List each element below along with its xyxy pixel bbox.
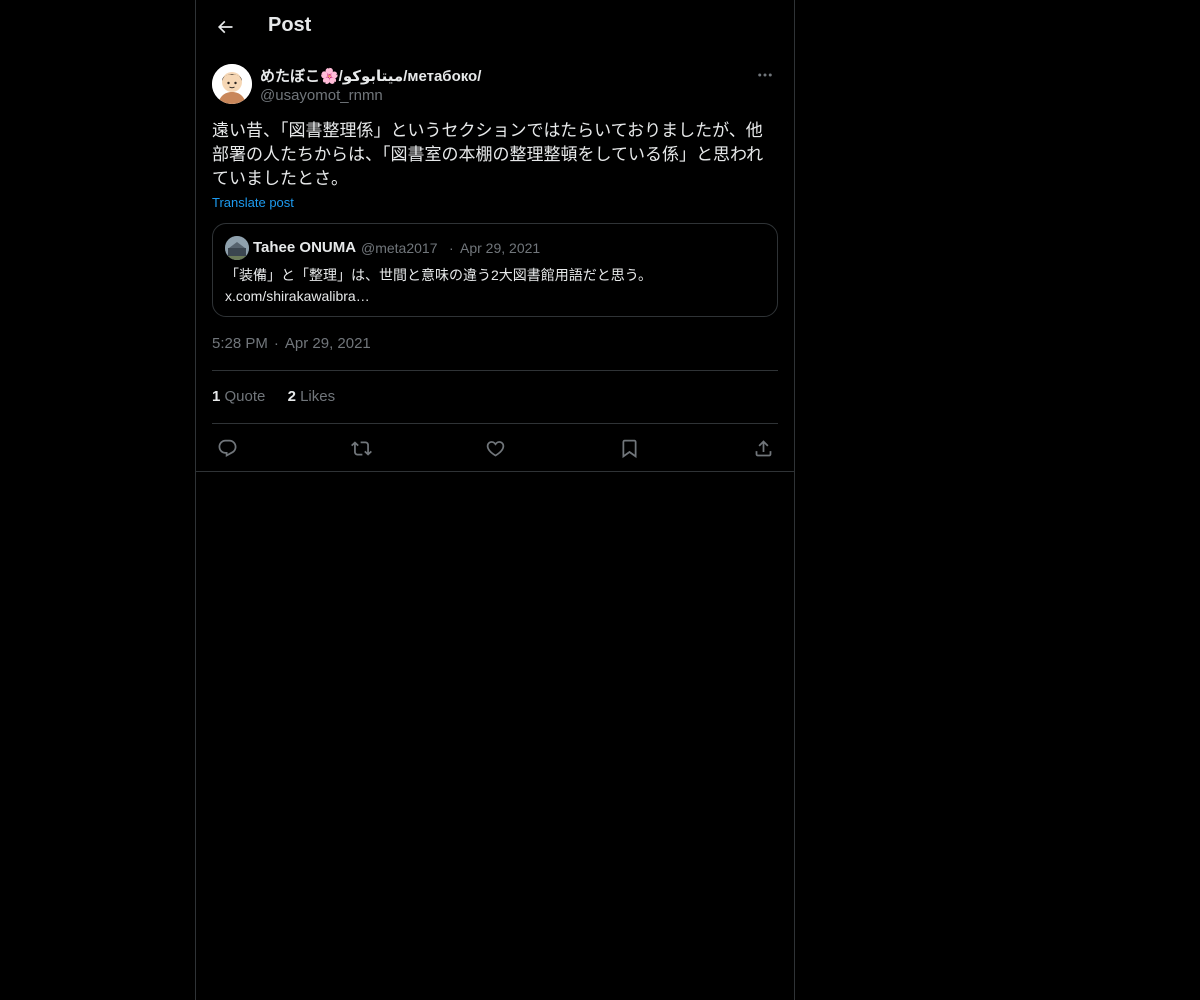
likes-stat[interactable]: 2 Likes [288, 388, 336, 405]
likes-count: 2 [287, 388, 296, 405]
avatar[interactable] [212, 64, 252, 104]
like-icon [486, 440, 504, 457]
quoted-date: Apr 29, 2021 [460, 240, 541, 256]
author-name[interactable]: めたぼこ🌸/میتابوکو/метабоко/ [260, 65, 481, 86]
divider [196, 471, 794, 472]
reply-icon [218, 439, 236, 457]
post-timestamp[interactable]: 5:28 PM · Apr 29, 2021 [212, 335, 371, 352]
author-handle[interactable]: @usayomot_rnmn [260, 87, 383, 104]
avatar-image [212, 64, 252, 104]
quotes-stat[interactable]: 1 Quote [212, 388, 265, 405]
divider [212, 370, 778, 371]
page-title: Post [268, 14, 312, 36]
bookmark-icon [622, 439, 636, 458]
divider [212, 423, 778, 424]
quoted-avatar [225, 236, 249, 260]
more-horizontal-icon [758, 73, 772, 77]
more-options-button[interactable] [752, 64, 778, 86]
post-stats: 1 Quote 2 Likes [212, 388, 778, 408]
repost-button[interactable] [346, 434, 376, 462]
action-bar [212, 434, 778, 462]
repost-icon [350, 440, 372, 456]
like-button[interactable] [480, 434, 510, 462]
post-text: 遠い昔、「図書整理係」というセクションではたらいておりましたが、他部署の人たちか… [212, 121, 764, 188]
quoted-text: 「装備」と「整理」は、世間と意味の違う2大図書館用語だと思う。 x.com/sh… [225, 265, 765, 307]
quoted-post[interactable]: Tahee ONUMA @meta2017 · Apr 29, 2021 「装備… [212, 223, 778, 317]
reply-button[interactable] [212, 434, 242, 462]
page-header: Post [196, 0, 794, 54]
quoted-separator: · [449, 240, 454, 256]
quoted-avatar-image [225, 236, 249, 260]
quoted-text-line: 「装備」と「整理」は、世間と意味の違う2大図書館用語だと思う。 [225, 267, 652, 283]
likes-label: Likes [300, 388, 336, 405]
back-button[interactable] [208, 10, 242, 44]
timestamp-separator: · [273, 335, 279, 352]
post-author: めたぼこ🌸/میتابوکو/метабоко/ @usayomot_rnmn [212, 64, 778, 108]
quoted-author-handle: @meta2017 [361, 240, 438, 256]
post-column: Post めたぼこ🌸/میتابوکو/метабоко/ @usayomot_… [195, 0, 795, 1000]
translate-post-link[interactable]: Translate post [212, 195, 294, 210]
bookmark-button[interactable] [614, 434, 644, 462]
quotes-label: Quote [224, 388, 266, 405]
quotes-count: 1 [212, 388, 221, 405]
quoted-author-name: Tahee ONUMA [253, 239, 357, 256]
share-icon [755, 439, 771, 456]
post-time: 5:28 PM [212, 335, 268, 352]
arrow-left-icon [217, 20, 233, 34]
post-date: Apr 29, 2021 [284, 335, 371, 352]
share-button[interactable] [748, 434, 778, 462]
quoted-link[interactable]: x.com/shirakawalibra… [225, 286, 765, 307]
